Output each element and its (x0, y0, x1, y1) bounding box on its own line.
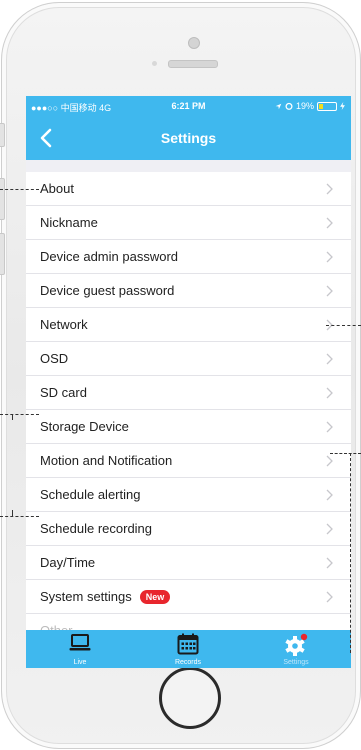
chevron-right-icon (326, 387, 333, 399)
settings-item-system-settings[interactable]: System settings New (26, 580, 351, 614)
settings-item-label: Schedule alerting (40, 487, 141, 502)
chevron-right-icon (326, 523, 333, 535)
settings-item-label: OSD (40, 351, 69, 366)
chevron-right-icon (326, 285, 333, 297)
settings-item-osd[interactable]: OSD (26, 342, 351, 376)
settings-item-schedule-recording[interactable]: Schedule recording (26, 512, 351, 546)
battery-percent: 19% (295, 101, 314, 111)
status-bar: ●●●○○ 中国移动 4G 6:21 PM 19% (26, 96, 351, 116)
settings-item-label: Device admin password (40, 249, 179, 264)
settings-item-label: Device guest password (40, 283, 175, 298)
settings-item-storage-device[interactable]: Storage Device (26, 410, 351, 444)
home-button[interactable] (159, 667, 221, 729)
new-badge: New (139, 589, 171, 604)
settings-item-label: About (40, 181, 74, 196)
tab-records[interactable]: Records (134, 630, 242, 668)
earpiece-speaker (168, 60, 218, 68)
annotation-line-about (0, 189, 39, 190)
settings-item-label: Day/Time (40, 555, 96, 570)
annotation-line-storage-v (12, 414, 13, 420)
annotation-line-storage (0, 414, 39, 415)
app-screen: ●●●○○ 中国移动 4G 6:21 PM 19% Settings About… (26, 96, 351, 668)
settings-item-label: Schedule recording (40, 521, 153, 536)
settings-item-device-guest-password[interactable]: Device guest password (26, 274, 351, 308)
settings-item-label: Network (40, 317, 88, 332)
settings-item-network[interactable]: Network (26, 308, 351, 342)
location-arrow-icon (275, 103, 282, 109)
chevron-right-icon (326, 489, 333, 501)
settings-item-sd-card[interactable]: SD card (26, 376, 351, 410)
chevron-right-icon (326, 251, 333, 263)
gear-icon (285, 633, 308, 656)
tab-label: Settings (283, 659, 309, 666)
settings-list: About Nickname Device admin password Dev… (26, 172, 351, 648)
settings-item-label: Motion and Notification (40, 453, 173, 468)
annotation-line-motion (330, 453, 361, 454)
alarm-icon (285, 102, 293, 110)
tab-label: Records (174, 659, 202, 666)
notification-dot (300, 633, 308, 641)
laptop-icon (69, 634, 91, 651)
calendar-icon (177, 633, 199, 655)
tab-live[interactable]: Live (26, 630, 134, 668)
chevron-right-icon (326, 421, 333, 433)
settings-item-label: Storage Device (40, 419, 129, 434)
nav-bar: Settings (26, 116, 351, 160)
chevron-right-icon (326, 183, 333, 195)
annotation-line-network (326, 325, 361, 326)
annotation-line-schedule-v (12, 510, 13, 516)
annotation-line-schedule (0, 516, 39, 517)
battery-icon (317, 101, 337, 111)
tab-label: Live (73, 659, 87, 666)
volume-up-button (0, 178, 5, 220)
proximity-sensor (152, 61, 157, 66)
settings-item-label: Nickname (40, 215, 98, 230)
volume-down-button (0, 233, 5, 275)
mute-switch (0, 123, 5, 147)
settings-item-day-time[interactable]: Day/Time (26, 546, 351, 580)
tab-settings[interactable]: Settings (242, 630, 350, 668)
status-right: 19% (275, 101, 345, 111)
settings-item-label: System settings (40, 589, 132, 604)
settings-item-motion-notification[interactable]: Motion and Notification (26, 444, 351, 478)
page-title: Settings (160, 130, 217, 146)
chevron-right-icon (326, 217, 333, 229)
front-camera (188, 37, 200, 49)
chevron-right-icon (326, 557, 333, 569)
settings-item-device-admin-password[interactable]: Device admin password (26, 240, 351, 274)
chevron-right-icon (326, 455, 333, 467)
settings-item-label: SD card (40, 385, 87, 400)
settings-item-schedule-alerting[interactable]: Schedule alerting (26, 478, 351, 512)
settings-item-nickname[interactable]: Nickname (26, 206, 351, 240)
chevron-right-icon (326, 353, 333, 365)
tab-bar: Live Records Settings (26, 630, 351, 668)
settings-item-about[interactable]: About (26, 172, 351, 206)
chevron-right-icon (326, 591, 333, 603)
annotation-line-right-v (350, 453, 351, 653)
charging-icon (340, 102, 345, 110)
